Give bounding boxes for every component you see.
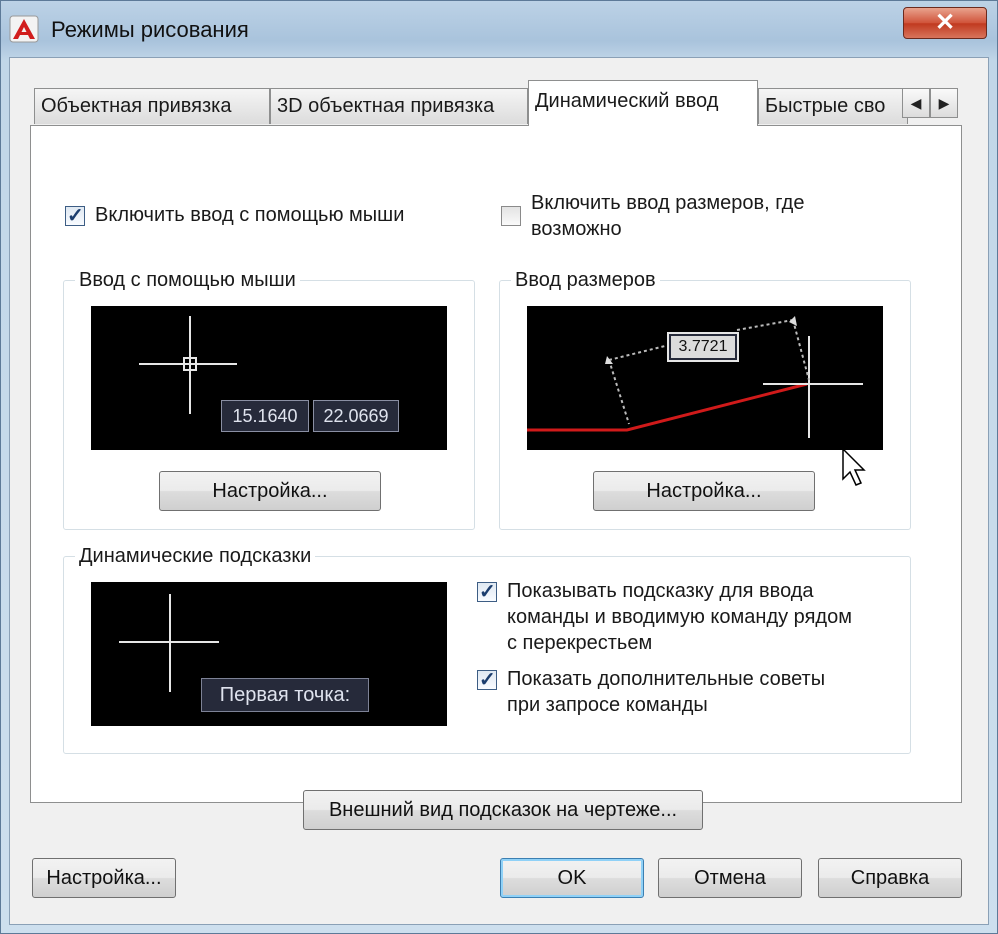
first-point-prompt: Первая точка: xyxy=(201,678,369,712)
options-button[interactable]: Настройка... xyxy=(32,858,176,898)
dynamic-input-panel: ✓ Включить ввод с помощью мыши Включить … xyxy=(30,125,962,830)
tab-3d-object-snap[interactable]: 3D объектная привязка xyxy=(270,88,528,124)
show-extended-tips-checkbox[interactable]: ✓ xyxy=(477,669,497,691)
autocad-logo-icon xyxy=(9,15,39,43)
rubber-band-line-icon xyxy=(527,316,863,438)
dimension-settings-button[interactable]: Настройка... xyxy=(593,471,815,511)
checkmark-icon: ✓ xyxy=(479,669,496,691)
dimension-value: 3.7721 xyxy=(671,336,735,358)
checkmark-icon: ✓ xyxy=(67,205,84,227)
show-command-prompt-label-line1: Показывать подсказку для ввода xyxy=(507,580,814,602)
enable-dimension-input-label-line2: возможно xyxy=(531,218,622,240)
pointer-y-coordinate: 22.0669 xyxy=(313,400,399,432)
close-button[interactable]: ✕ xyxy=(903,7,987,39)
enable-pointer-input-checkbox[interactable]: ✓ xyxy=(65,205,85,227)
dimension-value-field: 3.7721 xyxy=(667,332,739,362)
show-command-prompt-label-line3: с перекрестьем xyxy=(507,632,653,654)
cancel-button[interactable]: Отмена xyxy=(658,858,802,898)
dynamic-prompts-preview: Первая точка: xyxy=(91,582,447,726)
mouse-pointer-icon xyxy=(842,447,866,486)
enable-pointer-input-label: Включить ввод с помощью мыши xyxy=(95,204,405,226)
ok-button[interactable]: OK xyxy=(500,858,644,898)
tab-quick-properties[interactable]: Быстрые сво xyxy=(758,88,908,124)
dynamic-prompts-group-title: Динамические подсказки xyxy=(75,544,316,568)
show-extended-tips-label-line1: Показать дополнительные советы xyxy=(507,668,826,690)
dialog-window: Режимы рисования ✕ Объектная привязка 3D… xyxy=(0,0,998,934)
pointer-settings-button[interactable]: Настройка... xyxy=(159,471,381,511)
checkmark-icon: ✓ xyxy=(479,581,496,603)
pointer-input-preview: 15.1640 22.0669 xyxy=(91,306,447,450)
title-bar[interactable]: Режимы рисования ✕ xyxy=(1,1,998,57)
pointer-x-coordinate: 15.1640 xyxy=(221,400,309,432)
pointer-input-group-title: Ввод с помощью мыши xyxy=(75,268,300,292)
enable-dimension-input-checkbox[interactable] xyxy=(501,206,521,226)
tab-scroll-left-button[interactable]: ◀ xyxy=(902,88,930,118)
show-command-prompt-label-line2: команды и вводимую команду рядом xyxy=(507,606,852,628)
enable-dimension-input-label-line1: Включить ввод размеров, где xyxy=(531,192,805,214)
tab-scroll-right-button[interactable]: ▶ xyxy=(930,88,958,118)
drafting-tooltip-appearance-button[interactable]: Внешний вид подсказок на чертеже... xyxy=(303,790,703,830)
dimension-input-preview: 3.7721 xyxy=(527,306,883,450)
dialog-client-area: Объектная привязка 3D объектная привязка… xyxy=(9,57,989,925)
tab-dynamic-input[interactable]: Динамический ввод xyxy=(528,80,758,126)
window-title: Режимы рисования xyxy=(51,17,249,42)
dimension-input-group-title: Ввод размеров xyxy=(511,268,660,292)
help-button[interactable]: Справка xyxy=(818,858,962,898)
tab-object-snap[interactable]: Объектная привязка xyxy=(34,88,270,124)
show-extended-tips-label-line2: при запросе команды xyxy=(507,694,708,716)
show-command-prompt-checkbox[interactable]: ✓ xyxy=(477,581,497,603)
